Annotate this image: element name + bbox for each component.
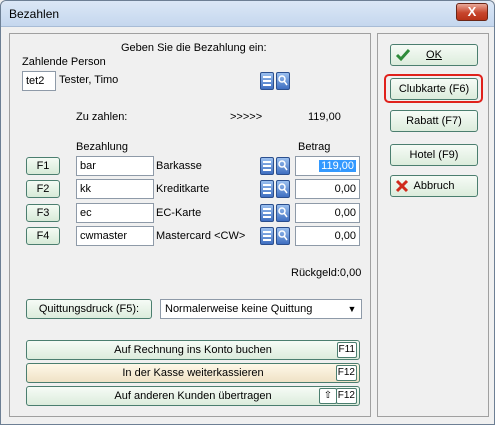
payment-search-button[interactable]	[276, 204, 290, 222]
payment-heading: Geben Sie die Bezahlung ein:	[121, 42, 267, 54]
close-button[interactable]: X	[456, 3, 488, 21]
payment-key-f3[interactable]: F3	[26, 204, 60, 222]
payment-column-header: Bezahlung	[76, 141, 128, 153]
payer-search-button[interactable]	[276, 72, 290, 90]
search-icon	[278, 75, 288, 86]
amount-due-value: 119,00	[308, 111, 341, 123]
payer-code-field[interactable]: tet2	[22, 71, 56, 91]
list-icon	[263, 184, 271, 194]
amount-due-label: Zu zahlen:	[76, 111, 128, 123]
payment-code-field[interactable]: cwmaster	[76, 226, 154, 246]
action-key: F12	[335, 365, 357, 381]
payment-name: EC-Karte	[156, 207, 202, 219]
search-icon	[278, 160, 288, 171]
payer-label: Zahlende Person	[22, 56, 106, 68]
payment-name: Mastercard <CW>	[156, 230, 246, 242]
receipt-select[interactable]: Normalerweise keine Quittung ▼	[160, 299, 362, 319]
payment-list-button[interactable]	[260, 227, 274, 245]
hotel-button[interactable]: Hotel (F9)	[390, 144, 478, 166]
cancel-button[interactable]: Abbruch	[390, 175, 478, 197]
search-icon	[278, 183, 288, 194]
receipt-selected-option: Normalerweise keine Quittung	[165, 303, 313, 315]
continue-cashing-button[interactable]: In der Kasse weiterkassieren F12	[26, 363, 360, 383]
cancel-label: Abbruch	[413, 180, 455, 192]
payment-amount-field[interactable]: 0,00	[295, 203, 360, 223]
action-key: F11	[336, 342, 357, 358]
ok-button[interactable]: OK	[390, 44, 478, 66]
change-amount: Rückgeld:0,00	[291, 267, 362, 279]
action-label: In der Kasse weiterkassieren	[122, 367, 264, 379]
rabatt-button[interactable]: Rabatt (F7)	[390, 110, 478, 132]
payment-name: Barkasse	[156, 160, 202, 172]
payer-list-button[interactable]	[260, 72, 274, 90]
action-key: F12	[335, 388, 357, 404]
action-label: Auf anderen Kunden übertragen	[114, 390, 272, 402]
check-icon	[395, 49, 411, 62]
payment-code-field[interactable]: kk	[76, 179, 154, 199]
list-icon	[263, 161, 271, 171]
title-bar[interactable]: Bezahlen X	[1, 1, 494, 27]
payment-amount-field[interactable]: 119,00	[295, 156, 360, 176]
list-icon	[263, 208, 271, 218]
ok-label: OK	[426, 49, 442, 61]
payment-code-field[interactable]: ec	[76, 203, 154, 223]
payment-list-button[interactable]	[260, 204, 274, 222]
payment-name: Kreditkarte	[156, 183, 210, 195]
payment-list-button[interactable]	[260, 180, 274, 198]
actions-panel: OK Clubkarte (F6) Rabatt (F7) Hotel (F9)…	[377, 33, 489, 417]
window-title: Bezahlen	[9, 7, 60, 21]
amount-column-header: Betrag	[298, 141, 331, 153]
search-icon	[278, 230, 288, 241]
payment-search-button[interactable]	[276, 157, 290, 175]
list-icon	[263, 76, 271, 86]
payment-amount-field[interactable]: 0,00	[295, 179, 360, 199]
transfer-to-customer-button[interactable]: Auf anderen Kunden übertragen ⇧ F12	[26, 386, 360, 406]
payment-key-f4[interactable]: F4	[26, 227, 60, 245]
chevron-down-icon[interactable]: ▼	[344, 301, 360, 317]
payment-list-button[interactable]	[260, 157, 274, 175]
amount-due-arrows: >>>>>	[230, 111, 263, 123]
payment-code-field[interactable]: bar	[76, 156, 154, 176]
shift-key-icon: ⇧	[319, 388, 337, 404]
cancel-icon	[395, 179, 409, 193]
receipt-print-button[interactable]: Quittungsdruck (F5):	[26, 299, 152, 319]
clubkarte-button[interactable]: Clubkarte (F6)	[390, 78, 478, 100]
payment-panel: Geben Sie die Bezahlung ein: Zahlende Pe…	[9, 33, 371, 417]
payment-search-button[interactable]	[276, 180, 290, 198]
payment-key-f1[interactable]: F1	[26, 157, 60, 175]
charge-to-account-button[interactable]: Auf Rechnung ins Konto buchen F11	[26, 340, 360, 360]
payment-key-f2[interactable]: F2	[26, 180, 60, 198]
payment-search-button[interactable]	[276, 227, 290, 245]
payment-amount-field[interactable]: 0,00	[295, 226, 360, 246]
payment-dialog: Bezahlen X Geben Sie die Bezahlung ein: …	[0, 0, 495, 425]
action-label: Auf Rechnung ins Konto buchen	[114, 344, 272, 356]
payer-name: Tester, Timo	[59, 74, 119, 86]
search-icon	[278, 207, 288, 218]
list-icon	[263, 231, 271, 241]
